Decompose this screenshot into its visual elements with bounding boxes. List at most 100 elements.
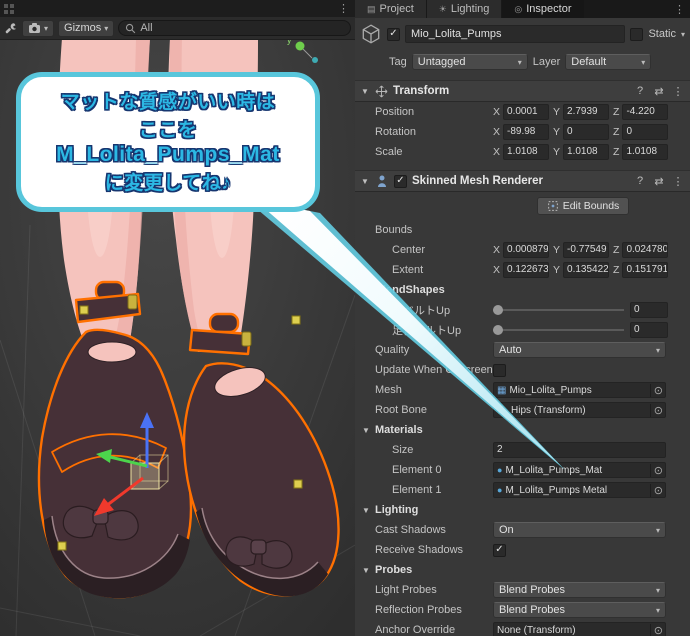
blendshape-value-field[interactable]: 0	[630, 302, 668, 318]
tag-dropdown[interactable]: Untagged ▾	[412, 54, 528, 70]
object-picker-icon[interactable]: ⊙	[650, 464, 663, 477]
anchor-override-value: None (Transform)	[497, 625, 647, 636]
view-options-button[interactable]: ▾	[22, 20, 54, 37]
position-z-field[interactable]: -4.220	[622, 104, 668, 120]
anchor-override-object-field[interactable]: None (Transform) ⊙	[493, 622, 666, 636]
y-axis-label: Y	[553, 244, 560, 256]
gameobject-name-input[interactable]	[405, 25, 625, 43]
help-icon[interactable]: ?	[633, 175, 647, 187]
help-icon[interactable]: ?	[633, 85, 647, 97]
kebab-menu-icon[interactable]: ⋮	[671, 175, 685, 188]
blendshape-slider[interactable]	[493, 323, 624, 337]
quality-dropdown[interactable]: Auto ▾	[493, 342, 666, 358]
cast-shadows-dropdown[interactable]: On ▾	[493, 522, 666, 538]
quality-row: Quality Auto ▾	[355, 340, 690, 360]
scale-x-field[interactable]: 1.0108	[503, 144, 549, 160]
element0-object-field[interactable]: ● M_Lolita_Pumps_Mat ⊙	[493, 462, 666, 478]
gizmos-dropdown[interactable]: Gizmos ▾	[58, 20, 114, 37]
rotation-z-field[interactable]: 0	[622, 124, 668, 140]
foldout-icon[interactable]: ▼	[360, 87, 370, 96]
foldout-icon[interactable]: ▼	[361, 506, 371, 515]
foldout-icon[interactable]: ▼	[360, 177, 370, 186]
update-offscreen-checkbox[interactable]	[493, 364, 506, 377]
static-checkbox[interactable]	[630, 28, 643, 41]
preset-icon[interactable]: ⇄	[652, 175, 666, 188]
extent-z-field[interactable]: 0.1517915	[622, 262, 668, 278]
blendshape-value-field[interactable]: 0	[630, 322, 668, 338]
scene-menu-icon[interactable]: ⋮	[336, 2, 351, 15]
tabbar-menu-icon[interactable]: ⋮	[669, 3, 690, 16]
mesh-object-field[interactable]: ▦ Mio_Lolita_Pumps ⊙	[493, 382, 666, 398]
position-x-field[interactable]: 0.0001	[503, 104, 549, 120]
foldout-icon[interactable]: ▼	[361, 426, 371, 435]
z-axis-label: Z	[613, 146, 619, 158]
smr-enabled-checkbox[interactable]: ✓	[394, 175, 407, 188]
element0-value: M_Lolita_Pumps_Mat	[505, 465, 646, 476]
rotation-y-field[interactable]: 0	[563, 124, 609, 140]
active-checkbox[interactable]: ✓	[387, 28, 400, 41]
mesh-row: Mesh ▦ Mio_Lolita_Pumps ⊙	[355, 380, 690, 400]
center-z-field[interactable]: 0.024780	[622, 242, 668, 258]
element-label: Element 0	[392, 464, 493, 476]
scene-search-input[interactable]	[140, 22, 344, 34]
preset-icon[interactable]: ⇄	[652, 85, 666, 98]
edit-bounds-label: Edit Bounds	[563, 200, 620, 212]
center-y-field[interactable]: -0.77549	[563, 242, 609, 258]
tab-inspector[interactable]: ◎ Inspector	[502, 0, 584, 18]
z-axis-label: Z	[613, 106, 619, 118]
root-bone-row: Root Bone Hips (Transform) ⊙	[355, 400, 690, 420]
blendshape-row: 甲ベルトUp 0	[355, 300, 690, 320]
reflection-probes-dropdown[interactable]: Blend Probes ▾	[493, 602, 666, 618]
object-picker-icon[interactable]: ⊙	[650, 404, 663, 417]
extent-y-field[interactable]: 0.135422	[563, 262, 609, 278]
slider-knob[interactable]	[493, 325, 503, 335]
materials-size-field[interactable]: 2	[493, 442, 666, 458]
project-tab-icon: ▤	[367, 4, 376, 15]
unity-window: y ⋮ ▾ Gizmos	[0, 0, 690, 636]
center-x-field[interactable]: 0.000879	[503, 242, 549, 258]
smr-component-header[interactable]: ▼ ✓ Skinned Mesh Renderer ? ⇄ ⋮	[355, 170, 690, 192]
tools-icon[interactable]	[4, 21, 18, 35]
blendshape-slider[interactable]	[493, 303, 624, 317]
skinned-mesh-renderer-icon	[375, 174, 389, 188]
light-probes-label: Light Probes	[375, 584, 493, 596]
edit-bounds-row: Edit Bounds	[355, 192, 690, 220]
blendshapes-foldout[interactable]: ▼ BlendShapes	[355, 280, 690, 300]
position-y-field[interactable]: 2.7939	[563, 104, 609, 120]
tab-lighting[interactable]: ☀ Lighting	[427, 0, 503, 18]
scene-view[interactable]: y ⋮ ▾ Gizmos	[0, 0, 355, 636]
scene-search[interactable]	[118, 20, 351, 36]
rotation-x-field[interactable]: -89.98	[503, 124, 549, 140]
y-axis-label: Y	[553, 264, 560, 276]
root-bone-object-field[interactable]: Hips (Transform) ⊙	[493, 402, 666, 418]
light-probes-dropdown[interactable]: Blend Probes ▾	[493, 582, 666, 598]
lighting-foldout[interactable]: ▼ Lighting	[355, 500, 690, 520]
cast-shadows-value: On	[499, 524, 514, 536]
kebab-menu-icon[interactable]: ⋮	[671, 85, 685, 98]
materials-foldout[interactable]: ▼ Materials	[355, 420, 690, 440]
bounds-label-row: Bounds	[355, 220, 690, 240]
scale-z-field[interactable]: 1.0108	[622, 144, 668, 160]
foldout-icon[interactable]: ▼	[361, 286, 371, 295]
object-picker-icon[interactable]: ⊙	[650, 484, 663, 497]
material-icon: ●	[497, 485, 502, 495]
slider-knob[interactable]	[493, 305, 503, 315]
scale-y-field[interactable]: 1.0108	[563, 144, 609, 160]
y-axis-label: Y	[553, 106, 560, 118]
position-row: Position X0.0001 Y2.7939 Z-4.220	[355, 102, 690, 122]
probes-foldout[interactable]: ▼ Probes	[355, 560, 690, 580]
update-offscreen-row: Update When Offscreen	[355, 360, 690, 380]
static-caret-icon[interactable]: ▾	[681, 30, 685, 39]
object-picker-icon[interactable]: ⊙	[650, 624, 663, 636]
receive-shadows-checkbox[interactable]: ✓	[493, 544, 506, 557]
layer-dropdown[interactable]: Default ▾	[565, 54, 651, 70]
element1-object-field[interactable]: ● M_Lolita_Pumps Metal ⊙	[493, 482, 666, 498]
foldout-icon[interactable]: ▼	[361, 566, 371, 575]
edit-bounds-button[interactable]: Edit Bounds	[537, 197, 629, 215]
cast-shadows-label: Cast Shadows	[375, 524, 493, 536]
object-picker-icon[interactable]: ⊙	[650, 384, 663, 397]
scene-toolbar: ▾ Gizmos ▾	[0, 17, 355, 40]
transform-component-header[interactable]: ▼ Transform ? ⇄ ⋮	[355, 80, 690, 102]
tab-project[interactable]: ▤ Project	[355, 0, 427, 18]
extent-x-field[interactable]: 0.122673	[503, 262, 549, 278]
